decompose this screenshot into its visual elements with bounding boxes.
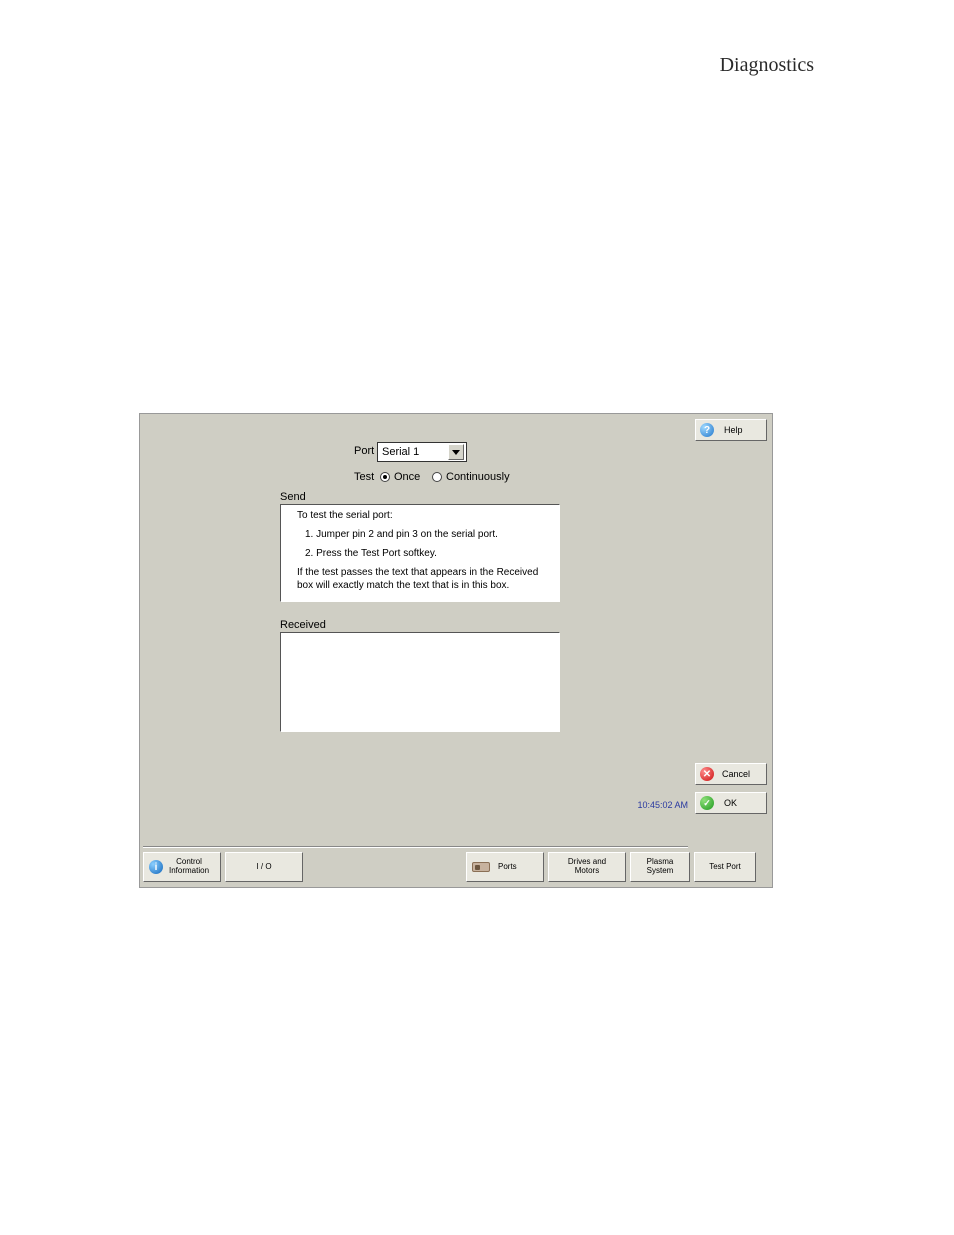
- softkey-test-port[interactable]: Test Port: [694, 852, 756, 882]
- divider: [143, 846, 688, 848]
- softkey-label: Drives and Motors: [568, 858, 606, 876]
- info-icon: i: [149, 860, 163, 874]
- send-step2: 2. Press the Test Port softkey.: [287, 547, 553, 560]
- received-textbox[interactable]: [280, 632, 560, 732]
- help-button[interactable]: ? Help: [695, 419, 767, 441]
- softkey-label: I / O: [256, 863, 271, 872]
- softkey-label: Plasma System: [647, 858, 674, 876]
- send-label: Send: [280, 491, 306, 503]
- softkey-label: Ports: [498, 863, 517, 872]
- send-step1: 1. Jumper pin 2 and pin 3 on the serial …: [287, 528, 553, 541]
- radio-once-label: Once: [394, 471, 420, 483]
- port-value: Serial 1: [378, 446, 448, 458]
- softkey-io[interactable]: I / O: [225, 852, 303, 882]
- softkey-control-information[interactable]: i Control Information: [143, 852, 221, 882]
- ok-button[interactable]: ✓ OK: [695, 792, 767, 814]
- port-select[interactable]: Serial 1: [377, 442, 467, 462]
- softkey-ports[interactable]: Ports: [466, 852, 544, 882]
- received-label: Received: [280, 619, 326, 631]
- radio-continuously-label: Continuously: [446, 471, 510, 483]
- help-label: Help: [724, 425, 743, 435]
- radio-icon: [380, 472, 390, 482]
- send-note: If the test passes the text that appears…: [287, 566, 553, 592]
- cancel-label: Cancel: [722, 769, 750, 779]
- ok-icon: ✓: [700, 796, 714, 810]
- cancel-icon: ✕: [700, 767, 714, 781]
- ok-label: OK: [724, 798, 737, 808]
- radio-icon: [432, 472, 442, 482]
- send-textbox[interactable]: To test the serial port: 1. Jumper pin 2…: [280, 504, 560, 602]
- test-label: Test: [354, 471, 374, 483]
- radio-once[interactable]: Once: [380, 471, 420, 483]
- clock: 10:45:02 AM: [637, 800, 688, 810]
- softkey-plasma-system[interactable]: Plasma System: [630, 852, 690, 882]
- softkey-label: Test Port: [709, 863, 741, 872]
- send-intro: To test the serial port:: [287, 509, 553, 522]
- port-icon: [472, 862, 490, 872]
- softkey-bar: i Control Information I / O Ports Drives…: [143, 852, 756, 882]
- page-title: Diagnostics: [720, 54, 814, 77]
- port-label: Port: [354, 445, 374, 457]
- diagnostics-window: ? Help Port Serial 1 Test Once Continuou…: [139, 413, 773, 888]
- softkey-drives-motors[interactable]: Drives and Motors: [548, 852, 626, 882]
- radio-continuously[interactable]: Continuously: [432, 471, 510, 483]
- help-icon: ?: [700, 423, 714, 437]
- softkey-label: Control Information: [169, 858, 209, 876]
- cancel-button[interactable]: ✕ Cancel: [695, 763, 767, 785]
- softkey-spacer: [307, 852, 462, 882]
- dropdown-icon: [448, 444, 464, 460]
